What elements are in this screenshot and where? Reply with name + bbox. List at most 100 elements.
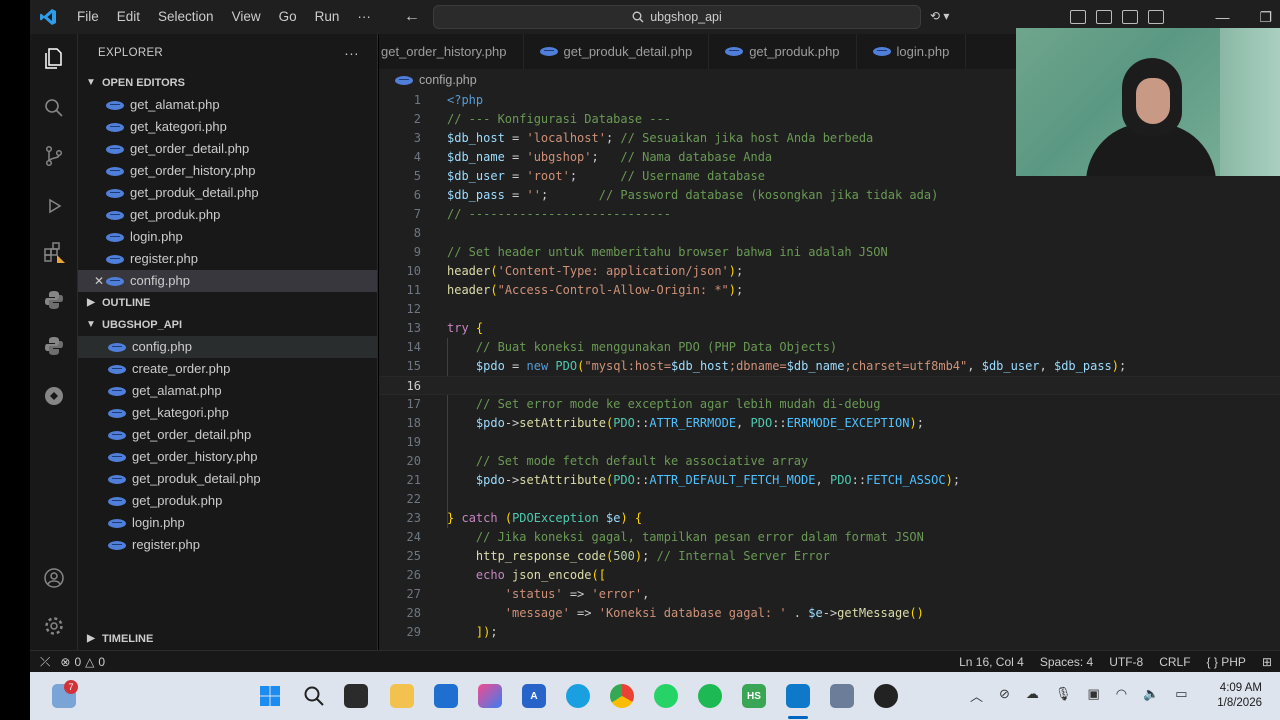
line-number[interactable]: 4 bbox=[379, 148, 421, 167]
search-icon[interactable] bbox=[42, 96, 66, 120]
menu-selection[interactable]: Selection bbox=[149, 0, 223, 34]
windows-start-icon[interactable] bbox=[258, 684, 282, 708]
timeline-header[interactable]: ▶ TIMELINE bbox=[78, 628, 377, 650]
line-number[interactable]: 5 bbox=[379, 167, 421, 186]
code-line[interactable]: 18 $pdo->setAttribute(PDO::ATTR_ERRMODE,… bbox=[379, 414, 1280, 433]
remote-indicator-icon[interactable]: ⤫ bbox=[40, 654, 50, 670]
code-line[interactable]: 9 // Set header untuk memberitahu browser… bbox=[379, 243, 1280, 262]
file-item[interactable]: get_order_detail.php bbox=[78, 424, 377, 446]
code-line[interactable]: 29 ]); bbox=[379, 623, 1280, 642]
toggle-secondary-sidebar-icon[interactable] bbox=[1148, 10, 1164, 24]
file-item[interactable]: get_alamat.php bbox=[78, 380, 377, 402]
tab-item[interactable]: get_produk.php bbox=[709, 34, 857, 69]
file-item[interactable]: get_kategori.php bbox=[78, 402, 377, 424]
line-number[interactable]: 27 bbox=[379, 585, 421, 604]
cursor-position[interactable]: Ln 16, Col 4 bbox=[959, 655, 1024, 669]
minimize-icon[interactable]: — bbox=[1215, 9, 1229, 25]
file-item-selected[interactable]: config.php bbox=[78, 336, 377, 358]
line-number[interactable]: 11 bbox=[379, 281, 421, 300]
code-line[interactable]: 24 // Jika koneksi gagal, tampilkan pesa… bbox=[379, 528, 1280, 547]
customize-layout-icon[interactable] bbox=[1070, 10, 1086, 24]
explorer-icon[interactable] bbox=[42, 46, 66, 70]
source-control-icon[interactable] bbox=[42, 144, 66, 168]
code-line[interactable]: 11 header("Access-Control-Allow-Origin: *… bbox=[379, 281, 1280, 300]
close-icon[interactable]: ✕ bbox=[92, 270, 106, 292]
line-number[interactable]: 1 bbox=[379, 91, 421, 110]
encoding[interactable]: UTF-8 bbox=[1109, 655, 1143, 669]
account-icon[interactable] bbox=[42, 566, 66, 590]
run-debug-icon[interactable] bbox=[42, 194, 66, 218]
open-editor-item-active[interactable]: ✕ config.php bbox=[78, 270, 377, 292]
line-number[interactable]: 22 bbox=[379, 490, 421, 509]
code-line[interactable]: 20 // Set mode fetch default ke associat… bbox=[379, 452, 1280, 471]
open-editor-item[interactable]: ✕login.php bbox=[78, 226, 377, 248]
line-number[interactable]: 18 bbox=[379, 414, 421, 433]
line-number[interactable]: 25 bbox=[379, 547, 421, 566]
line-number[interactable]: 15 bbox=[379, 357, 421, 376]
code-line[interactable]: 8 bbox=[379, 224, 1280, 243]
line-number[interactable]: 8 bbox=[379, 224, 421, 243]
screen-capture-icon[interactable]: ▣ bbox=[1087, 686, 1099, 705]
remote-explorer-icon[interactable] bbox=[42, 384, 66, 408]
open-editor-item[interactable]: ✕get_kategori.php bbox=[78, 116, 377, 138]
code-line[interactable]: 14 // Buat koneksi menggunakan PDO (PHP … bbox=[379, 338, 1280, 357]
chrome-browser-icon[interactable] bbox=[610, 684, 634, 708]
outline-header[interactable]: ▶ OUTLINE bbox=[78, 292, 377, 314]
system-clock[interactable]: 4:09 AM 1/8/2026 bbox=[1217, 681, 1262, 711]
chevron-up-icon[interactable]: ︿ bbox=[970, 686, 983, 705]
file-item[interactable]: register.php bbox=[78, 534, 377, 556]
whatsapp-icon[interactable] bbox=[654, 684, 678, 708]
line-number[interactable]: 20 bbox=[379, 452, 421, 471]
visual-studio-icon[interactable]: A bbox=[522, 684, 546, 708]
restore-icon[interactable]: ❐ bbox=[1259, 9, 1272, 26]
project-header[interactable]: ▼ UBGSHOP_API bbox=[78, 314, 377, 336]
task-view-icon[interactable] bbox=[344, 684, 368, 708]
line-ending[interactable]: CRLF bbox=[1159, 655, 1190, 669]
line-number[interactable]: 14 bbox=[379, 338, 421, 357]
file-item[interactable]: login.php bbox=[78, 512, 377, 534]
command-center-search[interactable]: ubgshop_api bbox=[433, 5, 921, 29]
line-number[interactable]: 17 bbox=[379, 395, 421, 414]
vpn-off-icon[interactable]: ⊘ bbox=[999, 686, 1010, 705]
open-editor-item[interactable]: ✕get_alamat.php bbox=[78, 94, 377, 116]
code-line[interactable]: 12 bbox=[379, 300, 1280, 319]
open-editors-header[interactable]: ▼ OPEN EDITORS bbox=[78, 72, 377, 94]
code-line[interactable]: 15 $pdo = new PDO("mysql:host=$db_host;d… bbox=[379, 357, 1280, 376]
code-line[interactable]: 21 $pdo->setAttribute(PDO::ATTR_DEFAULT_… bbox=[379, 471, 1280, 490]
extensions-icon[interactable] bbox=[42, 240, 66, 264]
line-number[interactable]: 19 bbox=[379, 433, 421, 452]
store-icon[interactable] bbox=[434, 684, 458, 708]
edge-browser-icon[interactable] bbox=[566, 684, 590, 708]
code-line[interactable]: 16 bbox=[379, 376, 1280, 395]
line-number[interactable]: 13 bbox=[379, 319, 421, 338]
code-line[interactable]: 13 try { bbox=[379, 319, 1280, 338]
line-number[interactable]: 23 bbox=[379, 509, 421, 528]
microphone-icon[interactable]: 🎙 bbox=[1055, 686, 1072, 705]
code-line[interactable]: 27 'status' => 'error', bbox=[379, 585, 1280, 604]
open-editor-item[interactable]: ✕get_produk.php bbox=[78, 204, 377, 226]
search-icon[interactable] bbox=[302, 684, 326, 708]
copilot-status-icon[interactable]: ⊞ bbox=[1262, 655, 1272, 669]
indentation[interactable]: Spaces: 4 bbox=[1040, 655, 1093, 669]
menu-go[interactable]: Go bbox=[270, 0, 306, 34]
code-line[interactable]: 26 echo json_encode([ bbox=[379, 566, 1280, 585]
menu-edit[interactable]: Edit bbox=[108, 0, 149, 34]
code-line[interactable]: 6 $db_pass = ''; // Password database (ko… bbox=[379, 186, 1280, 205]
open-editor-item[interactable]: ✕get_produk_detail.php bbox=[78, 182, 377, 204]
back-arrow-icon[interactable]: ← bbox=[404, 8, 420, 26]
code-line[interactable]: 19 bbox=[379, 433, 1280, 452]
copilot-icon[interactable]: ⟲ ▾ bbox=[930, 9, 949, 23]
line-number[interactable]: 28 bbox=[379, 604, 421, 623]
line-number[interactable]: 21 bbox=[379, 471, 421, 490]
line-number[interactable]: 26 bbox=[379, 566, 421, 585]
settings-app-icon[interactable] bbox=[830, 684, 854, 708]
menu-more[interactable]: ··· bbox=[348, 0, 380, 34]
line-number[interactable]: 2 bbox=[379, 110, 421, 129]
settings-gear-icon[interactable] bbox=[42, 614, 66, 638]
open-editor-item[interactable]: ✕get_order_history.php bbox=[78, 160, 377, 182]
file-item[interactable]: get_produk.php bbox=[78, 490, 377, 512]
toggle-sidebar-icon[interactable] bbox=[1096, 10, 1112, 24]
github-desktop-icon[interactable] bbox=[874, 684, 898, 708]
menu-file[interactable]: File bbox=[68, 0, 108, 34]
open-editor-item[interactable]: ✕get_order_detail.php bbox=[78, 138, 377, 160]
